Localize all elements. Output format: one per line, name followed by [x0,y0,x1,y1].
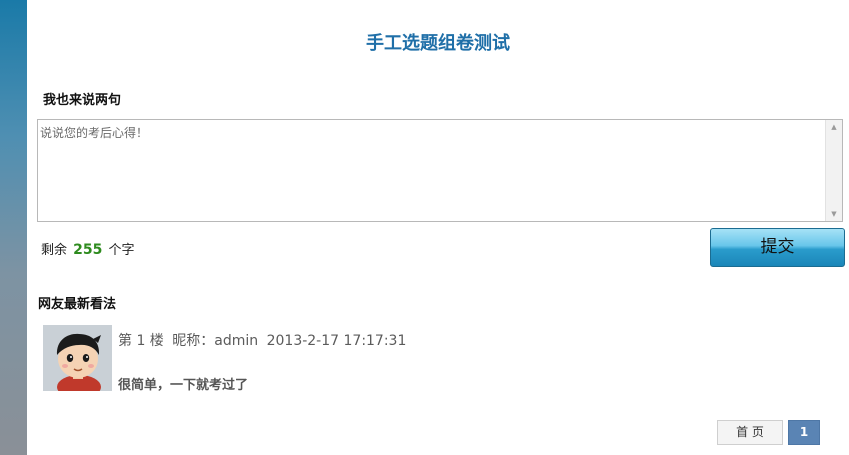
comment-textarea[interactable]: 说说您的考后心得！ ▲ ▼ [37,119,843,222]
avatar [43,325,112,391]
remaining-suffix: 个字 [108,243,135,258]
remaining-count: 255 [73,242,103,258]
scroll-down-arrow-icon[interactable]: ▼ [826,207,842,221]
comment-item: 第 1 楼 昵称：admin 2013-2-17 17:17:31 很简单，一下… [43,324,823,393]
pager-first-button[interactable]: 首 页 [717,420,783,445]
textarea-scrollbar[interactable]: ▲ ▼ [825,120,842,221]
remaining-prefix: 剩余 [41,243,68,258]
comment-meta: 第 1 楼 昵称：admin 2013-2-17 17:17:31 [118,330,410,350]
side-decoration-strip [0,0,27,455]
comment-text: 很简单，一下就考过了 [118,378,249,393]
comments-heading: 网友最新看法 [38,297,117,312]
comment-form-heading: 我也来说两句 [43,93,122,108]
pager-current-page[interactable]: 1 [788,420,820,445]
page-title: 手工选题组卷测试 [366,33,510,54]
comment-timestamp: 2013-2-17 17:17:31 [266,333,407,349]
avatar-cartoon-icon [43,325,112,391]
remaining-chars-info: 剩余 255 个字 [41,239,135,258]
scroll-up-arrow-icon[interactable]: ▲ [826,120,842,134]
comment-textarea-placeholder: 说说您的考后心得！ [40,126,149,140]
page: 手工选题组卷测试 我也来说两句 说说您的考后心得！ ▲ ▼ 剩余 255 个字 … [0,0,849,455]
comment-floor: 第 1 楼 [118,333,164,349]
submit-button[interactable]: 提交 [710,228,845,267]
comment-nickname: 昵称：admin [172,333,259,349]
